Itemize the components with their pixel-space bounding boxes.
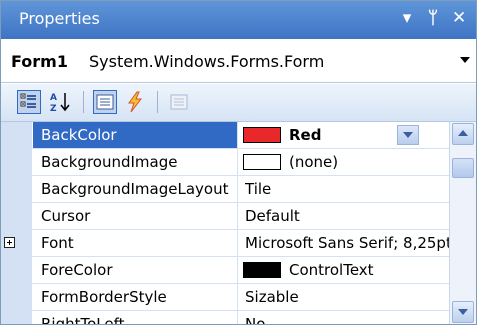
property-row-font[interactable]: Font Microsoft Sans Serif; 8,25pt (1, 230, 449, 257)
property-name: Font (41, 234, 74, 252)
title-buttons: ▾ ᛘ ✕ (400, 8, 467, 28)
svg-text:A: A (50, 93, 57, 103)
object-name: Form1 (11, 52, 68, 71)
property-name: FormBorderStyle (41, 288, 167, 306)
property-row-righttoleft[interactable]: RightToLeft No (1, 311, 449, 325)
property-row-backgroundimagelayout[interactable]: BackgroundImageLayout Tile (1, 176, 449, 203)
color-swatch (243, 262, 281, 278)
property-value[interactable]: ControlText (289, 261, 374, 279)
events-icon (128, 91, 143, 113)
properties-icon (96, 94, 114, 110)
auto-hide-pin-icon[interactable]: ᛘ (426, 8, 440, 28)
property-name: BackgroundImage (41, 153, 178, 171)
column-divider (237, 230, 238, 256)
property-name: BackgroundImageLayout (41, 180, 229, 198)
svg-text:Z: Z (50, 104, 57, 114)
column-divider (237, 149, 238, 175)
object-type: System.Windows.Forms.Form (89, 52, 325, 71)
property-row-forecolor[interactable]: ForeColor ControlText (1, 257, 449, 284)
scroll-down-icon[interactable] (452, 301, 474, 323)
property-pages-button[interactable] (167, 90, 191, 114)
property-row-backgroundimage[interactable]: BackgroundImage (none) (1, 149, 449, 176)
column-divider (237, 284, 238, 310)
categorized-button[interactable] (17, 90, 41, 114)
window-position-dropdown-icon[interactable]: ▾ (400, 8, 414, 28)
color-swatch (243, 127, 281, 143)
property-name: ForeColor (41, 261, 113, 279)
alphabetical-icon: A Z (50, 93, 70, 114)
property-row-cursor[interactable]: Cursor Default (1, 203, 449, 230)
property-name: Cursor (41, 207, 91, 225)
property-value[interactable]: No (245, 315, 449, 324)
property-value[interactable]: Red (289, 126, 321, 144)
properties-button[interactable] (93, 90, 117, 114)
events-button[interactable] (123, 90, 147, 114)
property-value[interactable]: Microsoft Sans Serif; 8,25pt (245, 234, 449, 252)
window-title: Properties (19, 9, 100, 28)
property-value[interactable]: Tile (245, 180, 449, 198)
property-name: BackColor (33, 122, 237, 148)
image-swatch (243, 154, 281, 170)
vertical-scrollbar[interactable] (449, 122, 476, 324)
property-grid: BackColor Red BackgroundImage (none) Bac… (1, 122, 449, 325)
column-divider (237, 257, 238, 283)
column-divider (237, 176, 238, 202)
column-divider (237, 122, 238, 148)
property-row-formborderstyle[interactable]: FormBorderStyle Sizable (1, 284, 449, 311)
column-divider (237, 203, 238, 229)
alphabetical-button[interactable]: A Z (49, 90, 73, 114)
scroll-up-icon[interactable] (452, 123, 474, 145)
object-selector[interactable]: Form1 System.Windows.Forms.Form (1, 41, 476, 83)
property-row-backcolor[interactable]: BackColor Red (1, 122, 449, 149)
column-divider (237, 311, 238, 324)
property-name: RightToLeft (41, 315, 125, 325)
close-icon[interactable]: ✕ (452, 8, 466, 28)
chevron-down-icon[interactable] (397, 125, 419, 145)
chevron-down-icon[interactable] (460, 57, 470, 63)
expand-plus-icon[interactable] (4, 237, 15, 248)
property-value[interactable]: Default (245, 207, 449, 225)
property-pages-icon (170, 94, 188, 110)
toolbar-separator (157, 91, 158, 113)
properties-window: Properties ▾ ᛘ ✕ Form1 System.Windows.Fo… (0, 0, 477, 325)
scroll-thumb[interactable] (452, 158, 474, 178)
title-bar: Properties ▾ ᛘ ✕ (1, 1, 476, 39)
property-value[interactable]: (none) (289, 153, 338, 171)
toolbar-separator (83, 91, 84, 113)
property-value[interactable]: Sizable (245, 288, 449, 306)
categorized-icon (20, 93, 36, 108)
toolbar: A Z (1, 84, 476, 122)
